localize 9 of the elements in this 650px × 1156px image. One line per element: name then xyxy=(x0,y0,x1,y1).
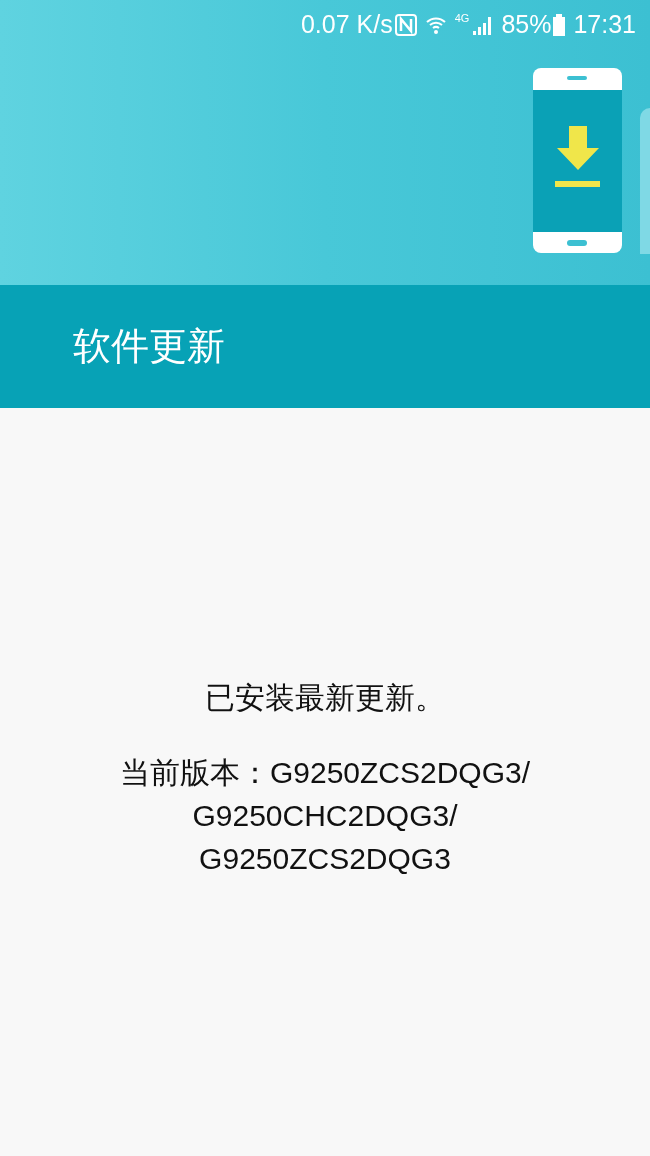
network-type: 4G xyxy=(454,11,470,26)
version-text: 当前版本：G9250ZCS2DQG3/ G9250CHC2DQG3/ G9250ZCS2DQG3 xyxy=(119,755,531,877)
battery-icon xyxy=(553,13,566,36)
battery-percent: 85% xyxy=(501,9,552,40)
clock: 17:31 xyxy=(573,9,636,40)
page-title: 软件更新 xyxy=(73,324,225,369)
nfc-icon xyxy=(394,13,417,36)
network-speed: 0.07 K/s xyxy=(300,9,393,40)
status-message: 已安装最新更新。 xyxy=(205,680,445,716)
